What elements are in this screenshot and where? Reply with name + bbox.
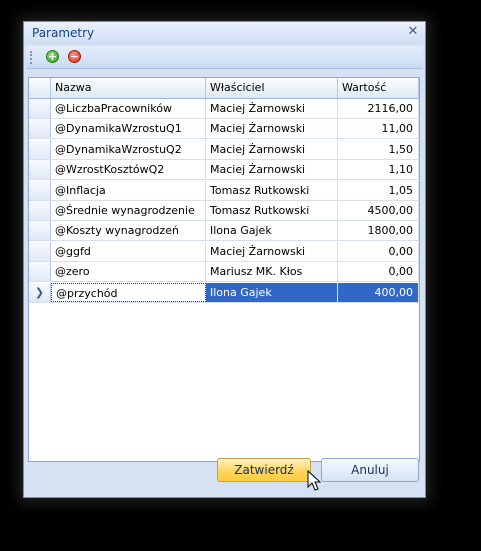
row-selector[interactable] xyxy=(29,139,51,159)
cell-name[interactable]: @zero xyxy=(51,262,206,282)
mouse-pointer-icon xyxy=(307,470,321,491)
cell-value[interactable]: 1800,00 xyxy=(338,221,419,241)
remove-icon[interactable]: − xyxy=(68,50,81,63)
table-row[interactable]: ❯ @przychód Ilona Gajek 400,00 xyxy=(29,282,419,303)
close-icon[interactable]: ✕ xyxy=(405,24,421,40)
table-row[interactable]: @Inflacja Tomasz Rutkowski 1,05 xyxy=(29,180,419,201)
row-selector[interactable] xyxy=(29,180,51,200)
row-selector[interactable] xyxy=(29,262,51,282)
table-row[interactable]: @DynamikaWzrostuQ1 Maciej Żarnowski 11,00 xyxy=(29,119,419,140)
title-bar[interactable]: Parametry ✕ xyxy=(24,22,425,44)
cell-name[interactable]: @DynamikaWzrostuQ2 xyxy=(51,139,206,159)
row-selector[interactable] xyxy=(29,160,51,180)
cell-owner[interactable]: Ilona Gajek xyxy=(206,221,338,241)
table-row[interactable]: @Średnie wynagrodzenie Tomasz Rutkowski 45… xyxy=(29,201,419,221)
cell-name[interactable]: @ggfd xyxy=(51,241,206,261)
row-selector[interactable] xyxy=(29,241,51,261)
cell-name[interactable]: @Średnie wynagrodzenie xyxy=(51,201,206,220)
cell-name[interactable]: @przychód xyxy=(51,282,206,302)
row-selector[interactable] xyxy=(29,99,51,118)
cell-value[interactable]: 11,00 xyxy=(338,119,419,139)
toolbar: + − xyxy=(26,46,423,69)
confirm-button[interactable]: Zatwierdź xyxy=(217,458,311,482)
cell-owner[interactable]: Maciej Żarnowski xyxy=(206,139,338,159)
table-row[interactable]: @LiczbaPracowników Maciej Żarnowski 2116,0… xyxy=(29,99,419,119)
cell-owner[interactable]: Mariusz MK. Kłos xyxy=(206,262,338,282)
table-row[interactable]: @zero Mariusz MK. Kłos 0,00 xyxy=(29,262,419,283)
cell-name[interactable]: @DynamikaWzrostuQ1 xyxy=(51,119,206,139)
row-selector[interactable] xyxy=(29,201,51,220)
grid-header: Nazwa Właściciel Wartość xyxy=(29,78,419,99)
column-header-name[interactable]: Nazwa xyxy=(51,78,206,98)
cell-value[interactable]: 1,50 xyxy=(338,139,419,159)
cell-name[interactable]: @WzrostKosztówQ2 xyxy=(51,160,206,180)
cell-value[interactable]: 0,00 xyxy=(338,262,419,282)
cell-value[interactable]: 2116,00 xyxy=(338,99,419,118)
cell-value[interactable]: 1,10 xyxy=(338,160,419,180)
add-icon[interactable]: + xyxy=(46,50,59,63)
cell-value[interactable]: 4500,00 xyxy=(338,201,419,220)
parameters-dialog: Parametry ✕ + − Nazwa Właściciel Wartość… xyxy=(23,21,426,498)
table-row[interactable]: @Koszty wynagrodzeń Ilona Gajek 1800,00 xyxy=(29,221,419,242)
cancel-button[interactable]: Anuluj xyxy=(321,458,419,482)
header-selector[interactable] xyxy=(29,78,51,98)
parameters-grid: Nazwa Właściciel Wartość @LiczbaPracowni… xyxy=(28,77,420,462)
cell-value[interactable]: 400,00 xyxy=(338,282,419,302)
cell-name[interactable]: @Koszty wynagrodzeń xyxy=(51,221,206,241)
cell-owner[interactable]: Ilona Gajek xyxy=(206,282,338,302)
cell-name[interactable]: @Inflacja xyxy=(51,180,206,200)
cell-owner[interactable]: Tomasz Rutkowski xyxy=(206,201,338,220)
column-header-value[interactable]: Wartość xyxy=(338,78,419,98)
cell-owner[interactable]: Maciej Żarnowski xyxy=(206,119,338,139)
cell-name[interactable]: @LiczbaPracowników xyxy=(51,99,206,118)
row-selector[interactable] xyxy=(29,221,51,241)
cell-owner[interactable]: Maciej Żarnowski xyxy=(206,99,338,118)
row-selector[interactable]: ❯ xyxy=(29,282,51,302)
table-row[interactable]: @WzrostKosztówQ2 Maciej Żarnowski 1,10 xyxy=(29,160,419,181)
table-row[interactable]: @ggfd Maciej Żarnowski 0,00 xyxy=(29,241,419,262)
cell-value[interactable]: 0,00 xyxy=(338,241,419,261)
cell-owner[interactable]: Maciej Żarnowski xyxy=(206,160,338,180)
cell-owner[interactable]: Tomasz Rutkowski xyxy=(206,180,338,200)
dialog-title: Parametry xyxy=(32,26,95,40)
row-selector[interactable] xyxy=(29,119,51,139)
column-header-owner[interactable]: Właściciel xyxy=(206,78,338,98)
toolbar-grip-icon[interactable] xyxy=(30,51,34,64)
table-row[interactable]: @DynamikaWzrostuQ2 Maciej Żarnowski 1,50 xyxy=(29,139,419,160)
cell-value[interactable]: 1,05 xyxy=(338,180,419,200)
cell-owner[interactable]: Maciej Żarnowski xyxy=(206,241,338,261)
